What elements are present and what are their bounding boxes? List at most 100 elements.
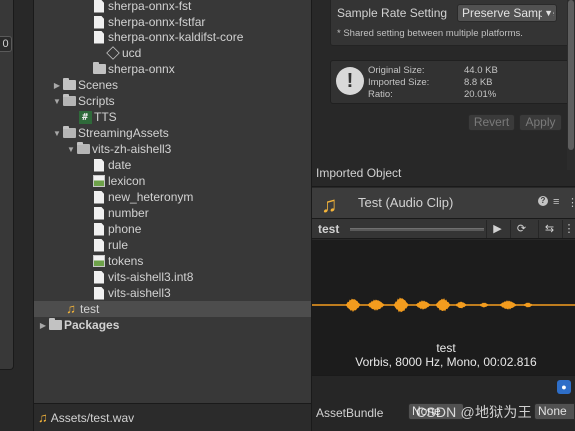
- more-icon[interactable]: ⋮: [562, 220, 575, 238]
- doc-icon: [92, 15, 106, 29]
- chevron-down-icon[interactable]: ▼: [52, 93, 62, 109]
- ratio-value: 20.01%: [464, 89, 497, 100]
- autoplay-icon[interactable]: ⟳: [510, 220, 532, 238]
- csharp-script-icon: #: [78, 110, 92, 124]
- tree-item[interactable]: sherpa-onnx: [34, 61, 311, 77]
- asset-header: ♫ Test (Audio Clip) ? ≡ ⋮: [312, 188, 575, 218]
- waveform-clip-name: test: [436, 341, 456, 355]
- chevron-right-icon[interactable]: ▶: [52, 77, 62, 93]
- tree-item-label: sherpa-onnx: [108, 62, 175, 76]
- inspector-scrollbar[interactable]: [567, 0, 575, 170]
- asset-bundle-bar: ● AssetBundle None None CSDN @地狱为王: [312, 375, 575, 431]
- tree-item[interactable]: # TTS: [34, 109, 311, 125]
- tree-item[interactable]: sherpa-onnx-fstfar: [34, 14, 311, 30]
- tree-item[interactable]: ucd: [34, 45, 311, 61]
- tree-item-label: new_heteronym: [108, 190, 194, 204]
- waveform-preview: test Vorbis, 8000 Hz, Mono, 00:02.816: [312, 240, 575, 375]
- tree-item-label: vits-aishell3: [108, 286, 171, 300]
- tree-item-label: test: [80, 302, 100, 316]
- help-icon[interactable]: ?: [538, 196, 548, 206]
- preview-clip-name: test: [318, 222, 340, 236]
- platform-settings: Sample Rate Setting Preserve Sample Rate…: [330, 0, 570, 46]
- original-size-value: 44.0 KB: [464, 65, 498, 76]
- project-tree: sherpa-onnx-fst sherpa-onnx-fstfar sherp…: [34, 0, 311, 403]
- imported-size-value: 8.8 KB: [464, 77, 493, 88]
- tree-item[interactable]: sherpa-onnx-kaldifst-core: [34, 29, 311, 45]
- tree-item-label: vits-zh-aishell3: [92, 142, 172, 156]
- folder-icon: [106, 46, 120, 60]
- waveform-clip-info: Vorbis, 8000 Hz, Mono, 00:02.816: [355, 355, 537, 369]
- image-icon: [92, 174, 106, 188]
- apply-button[interactable]: Apply: [519, 114, 562, 131]
- tree-item-label: sherpa-onnx-kaldifst-core: [108, 30, 244, 44]
- chevron-down-icon[interactable]: ▼: [66, 141, 76, 157]
- label-icon[interactable]: ●: [557, 380, 571, 394]
- tree-item-label: tokens: [108, 254, 144, 268]
- scrollbar-thumb[interactable]: [568, 0, 574, 150]
- sample-rate-dropdown[interactable]: Preserve Sample Rate ▼: [457, 4, 557, 22]
- folder-icon: [76, 142, 90, 156]
- asset-bundle-label: AssetBundle: [316, 406, 384, 420]
- audio-clip-icon: ♫: [321, 192, 338, 217]
- tree-item[interactable]: date: [34, 157, 311, 173]
- tree-item-label: StreamingAssets: [78, 126, 169, 140]
- imported-object-header: Imported Object: [312, 160, 575, 187]
- folder-icon: [92, 62, 106, 76]
- doc-icon: [92, 238, 106, 252]
- doc-icon: [92, 30, 106, 44]
- tree-item[interactable]: rule: [34, 237, 311, 253]
- asset-path: Assets/test.wav: [50, 410, 135, 425]
- tree-item-scenes[interactable]: ▶ Scenes: [34, 77, 311, 93]
- left-panel-badge: 0: [0, 36, 12, 52]
- folder-icon: [62, 126, 76, 140]
- doc-icon: [92, 158, 106, 172]
- asset-title: Test (Audio Clip): [358, 195, 454, 210]
- original-size-label: Original Size:: [368, 65, 425, 76]
- revert-button[interactable]: Revert: [468, 114, 515, 131]
- tree-item[interactable]: phone: [34, 221, 311, 237]
- inspector-panel: Sample Rate Setting Preserve Sample Rate…: [312, 0, 575, 431]
- tree-item-test-selected[interactable]: ♫ test: [34, 301, 311, 317]
- settings-sliders-icon[interactable]: ≡: [553, 196, 559, 208]
- info-icon: !: [336, 67, 364, 95]
- folder-icon: [62, 78, 76, 92]
- doc-icon: [92, 0, 106, 13]
- audio-clip-icon: ♫: [38, 409, 48, 425]
- image-icon: [92, 254, 106, 268]
- doc-icon: [92, 286, 106, 300]
- tree-item-vits[interactable]: ▼ vits-zh-aishell3: [34, 141, 311, 157]
- tree-item[interactable]: lexicon: [34, 173, 311, 189]
- tree-item-label: Packages: [64, 318, 120, 332]
- tree-item[interactable]: new_heteronym: [34, 189, 311, 205]
- tree-item[interactable]: tokens: [34, 253, 311, 269]
- folder-icon: [48, 318, 62, 332]
- loop-icon[interactable]: ⇆: [538, 220, 560, 238]
- play-icon[interactable]: ▶: [486, 220, 508, 238]
- asset-bundle-variant-value: None: [538, 404, 567, 418]
- folder-icon: [62, 94, 76, 108]
- chevron-down-icon[interactable]: ▼: [52, 125, 62, 141]
- tree-item[interactable]: sherpa-onnx-fst: [34, 0, 311, 14]
- watermark: CSDN @地狱为王: [416, 404, 532, 420]
- more-options-icon[interactable]: ⋮: [567, 196, 575, 209]
- tree-item-label: TTS: [94, 110, 117, 124]
- tree-item-label: vits-aishell3.int8: [108, 270, 194, 284]
- doc-icon: [92, 222, 106, 236]
- tree-item-label: lexicon: [108, 174, 146, 188]
- chevron-down-icon: ▼: [542, 5, 553, 21]
- tree-item-label: sherpa-onnx-fst: [108, 0, 192, 13]
- preview-scrub-slider[interactable]: [350, 228, 484, 231]
- tree-item[interactable]: vits-aishell3.int8: [34, 269, 311, 285]
- tree-item-scripts[interactable]: ▼ Scripts: [34, 93, 311, 109]
- tree-item-label: Scripts: [78, 94, 115, 108]
- tree-item-packages[interactable]: ▶ Packages: [34, 317, 311, 333]
- tree-item-label: phone: [108, 222, 142, 236]
- tree-item[interactable]: vits-aishell3: [34, 285, 311, 301]
- asset-bundle-variant-dropdown[interactable]: None: [534, 403, 575, 420]
- asset-path-bar: ♫ Assets/test.wav: [34, 403, 311, 431]
- chevron-right-icon[interactable]: ▶: [38, 317, 48, 333]
- doc-icon: [92, 206, 106, 220]
- doc-icon: [92, 190, 106, 204]
- tree-item[interactable]: number: [34, 205, 311, 221]
- tree-item-streaming-assets[interactable]: ▼ StreamingAssets: [34, 125, 311, 141]
